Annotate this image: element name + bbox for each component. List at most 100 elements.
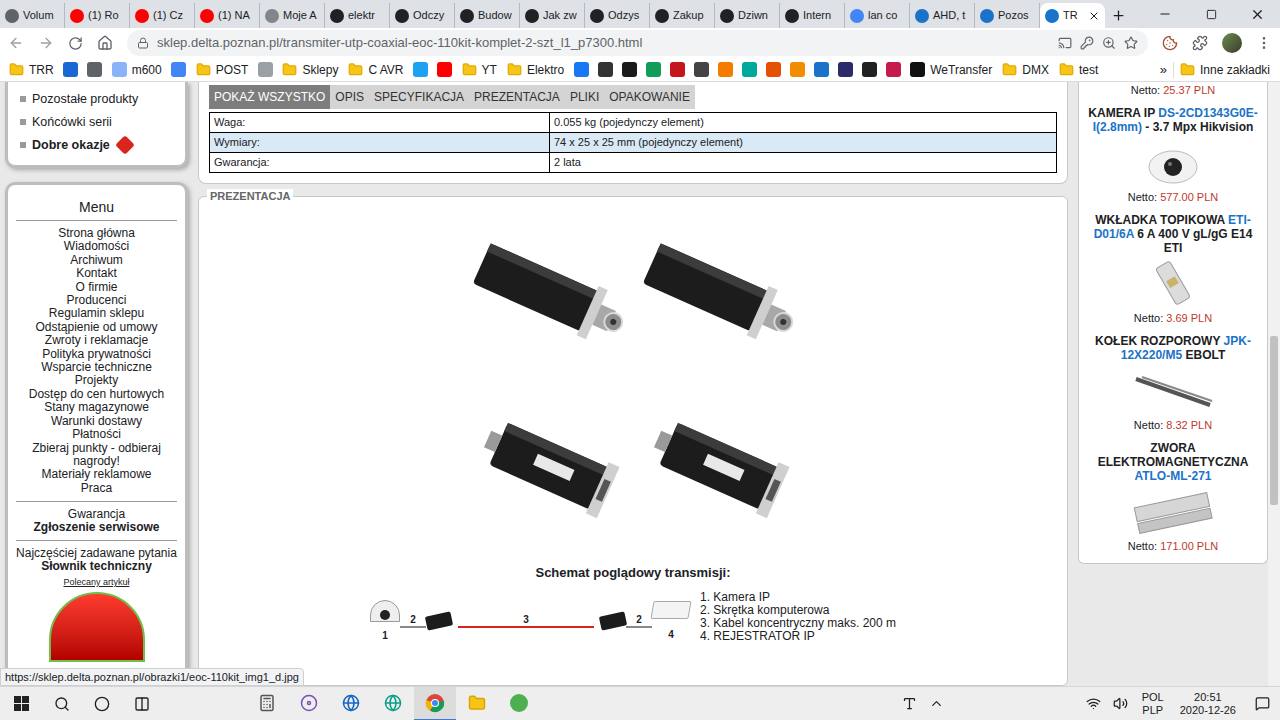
section-nav-tab[interactable]: PREZENTACJA (469, 85, 565, 109)
clock[interactable]: 20:512020-12-26 (1172, 691, 1244, 717)
bookmark-folder[interactable]: Elektro (502, 59, 569, 81)
service-link[interactable]: Gwarancja (16, 508, 177, 521)
bookmark-icon-link[interactable] (713, 59, 737, 81)
bookmark-icon-link[interactable] (689, 59, 713, 81)
category-link[interactable]: Końcówki serii (20, 114, 173, 130)
section-nav-tab[interactable]: SPECYFIKACJA (369, 85, 469, 109)
bookmark-icon-link[interactable] (857, 59, 881, 81)
browser-tab[interactable]: Jak zw (520, 3, 585, 28)
section-nav-tab[interactable]: OPIS (330, 85, 369, 109)
bookmark-icon-link[interactable] (253, 59, 277, 81)
bookmark-folder[interactable]: DMX (997, 59, 1054, 81)
browser-tab[interactable]: (1) Ro (65, 3, 130, 28)
close-tab-icon[interactable] (1088, 10, 1100, 22)
featured-article-link[interactable]: Polecany artykuł (63, 577, 129, 588)
menu-link[interactable]: Kontakt (16, 267, 177, 280)
bookmark-icon-link[interactable] (409, 59, 433, 81)
maximize-button[interactable] (1188, 0, 1234, 28)
browser-tab[interactable]: Budow (455, 3, 520, 28)
help-link[interactable]: Najczęściej zadawane pytania (16, 547, 177, 560)
category-link[interactable]: Pozostałe produkty (20, 91, 173, 107)
other-bookmarks[interactable]: Inne zakładki (1174, 61, 1276, 79)
extensions-icon[interactable] (1192, 35, 1208, 51)
avatar-icon[interactable] (1222, 33, 1242, 53)
bookmark-folder[interactable]: TRR (4, 59, 59, 81)
search-button[interactable] (42, 687, 82, 720)
menu-icon[interactable] (1256, 35, 1272, 51)
bookmark-icon-link[interactable] (593, 59, 617, 81)
menu-link[interactable]: Płatności (16, 428, 177, 441)
star-icon[interactable] (1124, 36, 1138, 50)
bookmark-icon-link[interactable] (641, 59, 665, 81)
bookmark-icon-link[interactable] (617, 59, 641, 81)
taskbar-app[interactable] (456, 687, 498, 720)
bookmark-folder[interactable]: test (1054, 59, 1103, 81)
bookmark-icon-link[interactable] (785, 59, 809, 81)
bookmark-icon-link[interactable] (59, 59, 83, 81)
taskbar-app[interactable] (498, 687, 540, 720)
browser-tab[interactable]: (1) Cz (130, 3, 195, 28)
home-icon[interactable] (97, 35, 113, 51)
tray-overflow-icon[interactable] (929, 696, 944, 711)
section-nav-tab[interactable]: OPAKOWANIE (604, 85, 695, 109)
tray-app-icon[interactable] (902, 696, 917, 711)
browser-tab[interactable]: Pozos (975, 3, 1040, 28)
bookmark-icon-link[interactable] (881, 59, 905, 81)
menu-link[interactable]: Projekty (16, 374, 177, 387)
category-link[interactable]: Dobre okazje (20, 137, 173, 153)
taskbar-app[interactable] (246, 687, 288, 720)
volume-icon[interactable] (1113, 696, 1128, 711)
cookie-icon[interactable] (1162, 35, 1178, 51)
taskbar-app[interactable] (330, 687, 372, 720)
taskbar-app[interactable] (372, 687, 414, 720)
browser-tab[interactable]: Volum (0, 3, 65, 28)
browser-tab[interactable]: elektr (325, 3, 390, 28)
recommended-product[interactable]: KOŁEK ROZPOROWY JPK-12X220/M5 EBOLTNetto… (1085, 334, 1261, 432)
taskbar-app[interactable] (414, 687, 456, 720)
browser-tab[interactable]: lan co (845, 3, 910, 28)
section-nav-tab[interactable]: PLIKI (565, 85, 604, 109)
bookmark-folder[interactable]: POST (191, 59, 254, 81)
menu-link[interactable]: Archiwum (16, 254, 177, 267)
page-scrollbar[interactable] (1268, 82, 1280, 686)
task-view-button[interactable] (122, 687, 162, 720)
browser-tab[interactable]: Zakup (650, 3, 715, 28)
taskbar-app[interactable] (288, 687, 330, 720)
bookmark-icon-link[interactable] (83, 59, 107, 81)
browser-tab[interactable]: Moje A (260, 3, 325, 28)
browser-tab[interactable]: AHD, t (910, 3, 975, 28)
new-tab-button[interactable] (1105, 3, 1131, 28)
forward-icon[interactable] (38, 35, 54, 51)
bookmark-icon-link[interactable] (433, 59, 457, 81)
bookmark-folder[interactable]: Sklepy (277, 59, 343, 81)
menu-link[interactable]: Dostęp do cen hurtowych (16, 388, 177, 401)
reload-icon[interactable] (68, 36, 83, 51)
menu-link[interactable]: Stany magazynowe (16, 401, 177, 414)
scrollbar-thumb[interactable] (1270, 336, 1278, 505)
bookmark-folder[interactable]: YT (457, 59, 502, 81)
menu-link[interactable]: Strona główna (16, 227, 177, 240)
bookmarks-more[interactable]: » (1154, 60, 1173, 80)
menu-link[interactable]: Materiały reklamowe (16, 468, 177, 481)
browser-tab[interactable]: Odczy (390, 3, 455, 28)
notifications-button[interactable] (1244, 687, 1280, 720)
bookmark-icon-link[interactable] (809, 59, 833, 81)
menu-link[interactable]: O firmie (16, 281, 177, 294)
key-icon[interactable] (1080, 36, 1094, 50)
close-window-button[interactable] (1234, 0, 1280, 28)
cast-icon[interactable] (1058, 36, 1072, 50)
bookmark-icon-link[interactable] (665, 59, 689, 81)
back-icon[interactable] (8, 35, 24, 51)
recommended-product[interactable]: KAMERA IP DS-2CD1343G0E-I(2.8mm) - 3.7 M… (1085, 106, 1261, 204)
browser-tab[interactable]: Intern (780, 3, 845, 28)
zoom-icon[interactable] (1102, 36, 1116, 50)
menu-link[interactable]: Odstąpienie od umowy (16, 321, 177, 334)
service-link[interactable]: Zgłoszenie serwisowe (16, 521, 177, 534)
menu-link[interactable]: Polityka prywatności (16, 348, 177, 361)
bookmark-link[interactable]: m600 (107, 59, 167, 81)
menu-link[interactable]: Producenci (16, 294, 177, 307)
browser-tab[interactable]: Odzys (585, 3, 650, 28)
bookmark-icon-link[interactable] (833, 59, 857, 81)
bookmark-icon-link[interactable] (737, 59, 761, 81)
recommended-product[interactable]: ZWORA ELEKTROMAGNETYCZNA ATLO-ML-271Nett… (1085, 441, 1261, 553)
